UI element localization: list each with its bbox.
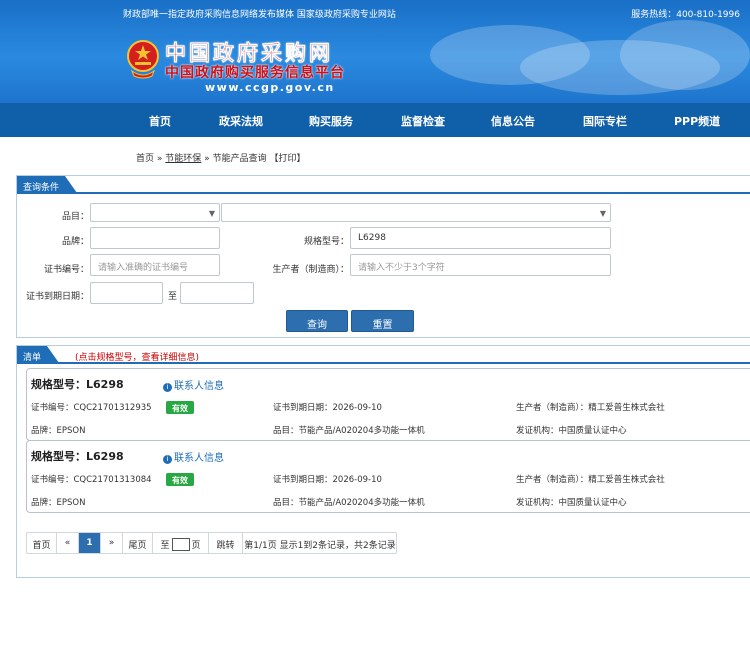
nav-announcements[interactable]: 信息公告 <box>491 113 535 129</box>
model-label: 规格型号： <box>303 237 349 247</box>
pager-prev[interactable]: « <box>57 533 79 553</box>
info-icon: i <box>163 455 172 464</box>
nav-international[interactable]: 国际专栏 <box>583 113 627 129</box>
list-panel-header: 清单 (点击规格型号，查看详细信息) <box>17 346 750 364</box>
pager-goto-input[interactable] <box>171 538 190 551</box>
nav-supervision[interactable]: 监督检查 <box>401 113 445 129</box>
site-slogan: 财政部唯一指定政府采购信息网络发布媒体 国家级政府采购专业网站 <box>123 10 396 20</box>
result-model-link[interactable]: 规格型号：L6298 <box>31 448 124 464</box>
item-category-select[interactable]: ▼ <box>90 203 220 222</box>
result-issuer: 发证机构：中国质量认证中心 <box>516 498 627 508</box>
pager-next[interactable]: » <box>101 533 123 553</box>
result-cert-number: 证书编号：CQC21701312935 <box>31 403 152 413</box>
expire-date-to-input[interactable] <box>180 282 254 304</box>
site-url: www.ccgp.gov.cn <box>205 81 335 94</box>
query-panel-header: 查询条件 <box>17 176 750 194</box>
result-category: 品目：节能产品/A020204多功能一体机 <box>273 426 425 436</box>
result-expire-date: 证书到期日期：2026-09-10 <box>273 475 382 485</box>
item-label: 品目： <box>61 212 89 222</box>
status-badge: 有效 <box>166 401 194 414</box>
nav-ppp[interactable]: PPP频道 <box>674 113 720 129</box>
breadcrumb-home[interactable]: 首页 <box>136 154 154 164</box>
item-subcategory-select[interactable]: ▼ <box>221 203 611 222</box>
result-issuer: 发证机构：中国质量认证中心 <box>516 426 627 436</box>
site-logo-subtitle: 中国政府购买服务信息平台 <box>165 65 345 81</box>
breadcrumb-separator: » <box>156 154 163 164</box>
pager-summary: 第1/1页 显示1到2条记录，共2条记录 <box>244 541 396 551</box>
result-category: 品目：节能产品/A020204多功能一体机 <box>273 498 425 508</box>
query-panel: 查询条件 品目： ▼ ▼ 品牌： 规格型号： L6298 证书编号： 请输入准确… <box>16 175 750 338</box>
banner-cloud-decoration <box>620 20 750 90</box>
service-hotline: 服务热线：400-810-1996 <box>631 10 740 20</box>
result-card: 规格型号：L6298 i 联系人信息 证书编号：CQC21701312935 有效… <box>26 368 750 441</box>
status-badge: 有效 <box>166 473 194 486</box>
manufacturer-input[interactable]: 请输入不少于3个字符 <box>350 254 611 276</box>
breadcrumb-category[interactable]: 节能环保 <box>165 154 201 164</box>
manufacturer-label: 生产者（制造商）： <box>272 265 349 275</box>
query-panel-title: 查询条件 <box>17 176 78 193</box>
chevron-down-icon: ▼ <box>208 209 215 218</box>
result-brand: 品牌：EPSON <box>31 426 86 436</box>
breadcrumb-separator: » <box>204 154 210 164</box>
pagination: 首页 « 1 » 尾页 至页 跳转 第1/1页 显示1到2条记录，共2条记录 <box>26 532 397 554</box>
result-card: 规格型号：L6298 i 联系人信息 证书编号：CQC21701313084 有效… <box>26 440 750 513</box>
pager-goto-suffix: 页 <box>191 541 201 551</box>
expire-date-label: 证书到期日期： <box>25 292 89 302</box>
result-model-link[interactable]: 规格型号：L6298 <box>31 376 124 392</box>
pager-goto-prefix: 至 <box>160 541 170 551</box>
expire-date-from-input[interactable] <box>90 282 163 304</box>
pager-jump-button[interactable]: 跳转 <box>209 533 243 553</box>
chevron-down-icon: ▼ <box>599 209 606 218</box>
main-nav: 首页 政采法规 购买服务 监督检查 信息公告 国际专栏 PPP频道 <box>0 103 750 137</box>
nav-purchase-service[interactable]: 购买服务 <box>309 113 353 129</box>
cert-number-input[interactable]: 请输入准确的证书编号 <box>90 254 220 276</box>
print-link[interactable]: 【打印】 <box>269 154 305 164</box>
result-manufacturer: 生产者（制造商）：精工爱普生株式会社 <box>516 475 665 485</box>
contact-info-link[interactable]: i 联系人信息 <box>163 377 224 392</box>
national-emblem-icon <box>127 40 159 79</box>
reset-button[interactable]: 重置 <box>351 310 414 332</box>
date-range-to-label: 至 <box>167 292 177 302</box>
breadcrumb-current: 节能产品查询 <box>212 154 267 164</box>
result-expire-date: 证书到期日期：2026-09-10 <box>273 403 382 413</box>
breadcrumb: 首页 » 节能环保 » 节能产品查询 【打印】 <box>136 151 305 164</box>
result-cert-number: 证书编号：CQC21701313084 <box>31 475 152 485</box>
nav-regulations[interactable]: 政采法规 <box>219 113 263 129</box>
brand-label: 品牌： <box>61 237 89 247</box>
pager-first[interactable]: 首页 <box>27 533 57 553</box>
brand-input[interactable] <box>90 227 220 249</box>
pager-last[interactable]: 尾页 <box>123 533 153 553</box>
top-bar: 财政部唯一指定政府采购信息网络发布媒体 国家级政府采购专业网站 服务热线：400… <box>0 0 750 24</box>
search-button[interactable]: 查询 <box>286 310 348 332</box>
contact-info-label: 联系人信息 <box>174 381 224 392</box>
list-panel-title: 清单 <box>17 346 60 363</box>
nav-home[interactable]: 首页 <box>149 113 171 129</box>
pager-goto: 至页 <box>153 533 209 553</box>
model-input[interactable]: L6298 <box>350 227 611 249</box>
result-brand: 品牌：EPSON <box>31 498 86 508</box>
result-manufacturer: 生产者（制造商）：精工爱普生株式会社 <box>516 403 665 413</box>
pager-page-1[interactable]: 1 <box>79 533 101 553</box>
list-hint: (点击规格型号，查看详细信息) <box>75 353 200 363</box>
cert-number-label: 证书编号： <box>43 265 89 275</box>
info-icon: i <box>163 383 172 392</box>
contact-info-link[interactable]: i 联系人信息 <box>163 449 224 464</box>
contact-info-label: 联系人信息 <box>174 453 224 464</box>
